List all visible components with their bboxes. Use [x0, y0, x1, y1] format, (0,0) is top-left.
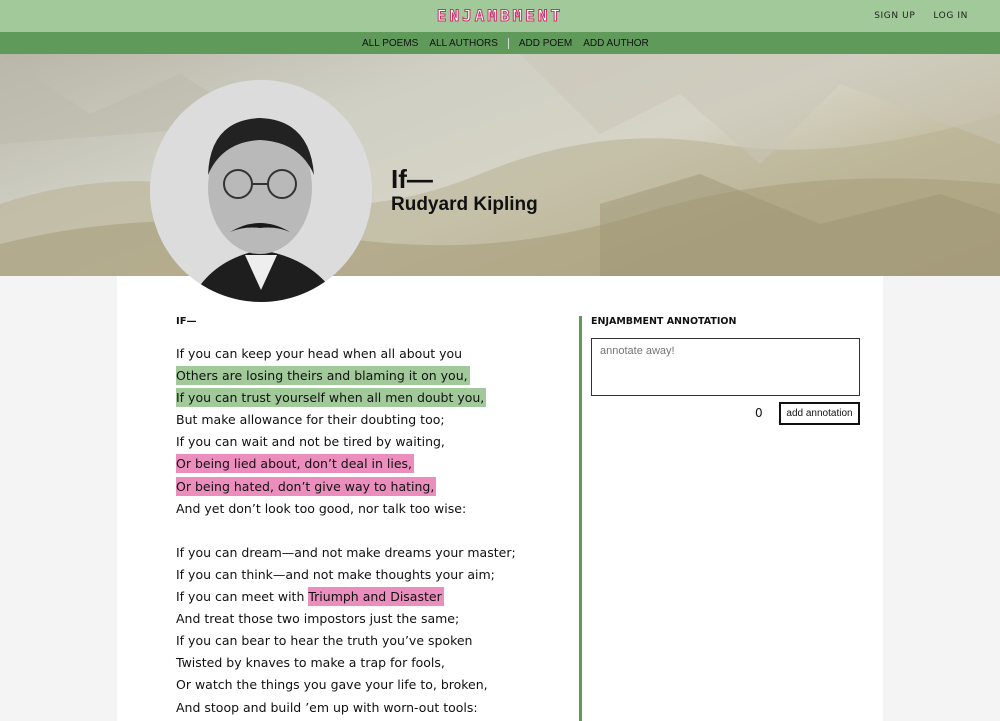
poem-line[interactable]: If you can wait and not be tired by wait… [176, 431, 566, 453]
annotation-heading: ENJAMBMENT ANNOTATION [591, 316, 737, 327]
nav-links: ALL POEMS ALL AUTHORS ADD POEM ADD AUTHO… [362, 38, 649, 49]
highlighted-line-text[interactable]: Or being lied about, don’t deal in lies, [176, 454, 415, 474]
poem-line[interactable]: Or being hated, don’t give way to hating… [176, 476, 566, 498]
nav-all-poems[interactable]: ALL POEMS [362, 38, 418, 49]
poem-line-text: If you can dream—and not make dreams you… [176, 544, 516, 560]
poem-line-text: And stoop and build ’em up with worn-out… [176, 699, 478, 715]
poem-line[interactable]: Or watch the things you gave your life t… [176, 674, 566, 696]
poem-line-text: But make allowance for their doubting to… [176, 412, 445, 428]
poem-body: If you can keep your head when all about… [176, 343, 566, 719]
poem-line[interactable]: But make allowance for their doubting to… [176, 409, 566, 431]
poem-line[interactable]: If you can trust yourself when all men d… [176, 387, 566, 409]
poem-line[interactable]: Or being lied about, don’t deal in lies, [176, 453, 566, 475]
top-bar: ENJAMBMENT SIGN UP LOG IN [0, 0, 1000, 32]
poem-line[interactable] [176, 520, 566, 542]
poem-title: If— [391, 164, 433, 194]
poem-line-text: If you can bear to hear the truth you’ve… [176, 633, 473, 649]
poem-line-text: If you can think—and not make thoughts y… [176, 566, 495, 582]
annotation-divider [579, 316, 582, 721]
poem-author[interactable]: Rudyard Kipling [391, 194, 538, 216]
annotation-input[interactable] [591, 338, 860, 396]
highlighted-line-text[interactable]: Or being hated, don’t give way to hating… [176, 476, 437, 496]
annotation-count: 0 [755, 406, 763, 420]
poem-heading: IF— [176, 316, 197, 327]
highlighted-line-text[interactable]: If you can trust yourself when all men d… [176, 388, 487, 408]
add-annotation-button[interactable]: add annotation [779, 402, 860, 425]
poem-line[interactable]: If you can keep your head when all about… [176, 343, 566, 365]
highlighted-phrase[interactable]: Triumph and Disaster [308, 587, 444, 607]
site-logo[interactable]: ENJAMBMENT [0, 6, 1000, 26]
poem-line-text: If you can wait and not be tired by wait… [176, 434, 445, 450]
author-photo-image [150, 80, 372, 302]
poem-line-text: And yet don’t look too good, nor talk to… [176, 500, 467, 516]
nav-add-poem[interactable]: ADD POEM [519, 38, 572, 49]
poem-line-text: If you can meet with [176, 589, 309, 605]
author-portrait [150, 80, 372, 302]
poem-line[interactable]: And stoop and build ’em up with worn-out… [176, 697, 566, 719]
nav-add-author[interactable]: ADD AUTHOR [583, 38, 649, 49]
poem-line[interactable]: If you can think—and not make thoughts y… [176, 564, 566, 586]
poem-line[interactable]: And yet don’t look too good, nor talk to… [176, 498, 566, 520]
highlighted-line-text[interactable]: Others are losing theirs and blaming it … [176, 366, 470, 386]
nav-bar: ALL POEMS ALL AUTHORS ADD POEM ADD AUTHO… [0, 32, 1000, 54]
nav-divider [507, 38, 509, 49]
poem-line[interactable]: Others are losing theirs and blaming it … [176, 365, 566, 387]
poem-line[interactable]: If you can bear to hear the truth you’ve… [176, 630, 566, 652]
poem-line[interactable]: If you can meet with Triumph and Disaste… [176, 586, 566, 608]
mountain-background-image [0, 54, 1000, 276]
sign-up-link[interactable]: SIGN UP [874, 11, 915, 21]
nav-all-authors[interactable]: ALL AUTHORS [429, 38, 498, 49]
poem-line[interactable]: And treat those two impostors just the s… [176, 608, 566, 630]
poem-line-text: Twisted by knaves to make a trap for foo… [176, 655, 445, 671]
poem-line[interactable]: Twisted by knaves to make a trap for foo… [176, 652, 566, 674]
log-in-link[interactable]: LOG IN [933, 11, 968, 21]
poem-line-text: Or watch the things you gave your life t… [176, 677, 488, 693]
poem-line-text: And treat those two impostors just the s… [176, 611, 460, 627]
auth-links: SIGN UP LOG IN [874, 11, 968, 21]
hero-banner [0, 54, 1000, 276]
poem-line-text: If you can keep your head when all about… [176, 346, 463, 361]
poem-line[interactable]: If you can dream—and not make dreams you… [176, 542, 566, 564]
